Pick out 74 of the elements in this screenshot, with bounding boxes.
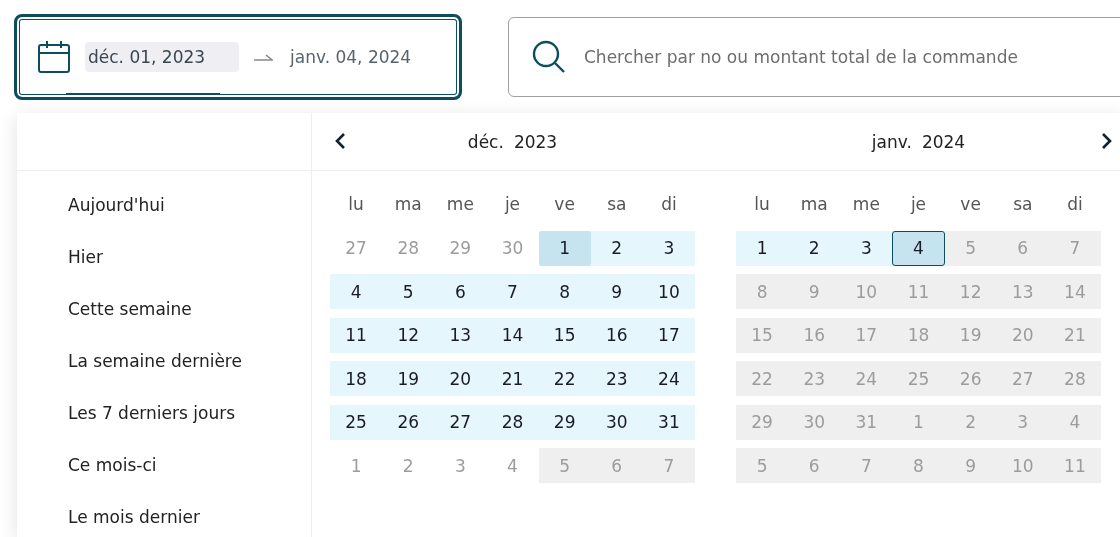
day-cell[interactable]: 12	[382, 317, 435, 353]
day-cell[interactable]: 14	[486, 317, 539, 353]
date-range-field[interactable]: déc. 01, 2023 janv. 04, 2024	[14, 14, 462, 100]
day-cell[interactable]: 30	[590, 404, 643, 440]
day-cell[interactable]: 2	[788, 230, 841, 266]
preset-option[interactable]: Ce mois-ci	[68, 439, 157, 491]
day-cell[interactable]: 29	[434, 230, 487, 266]
day-cell[interactable]: 31	[642, 404, 695, 440]
day-cell[interactable]: 4	[892, 230, 945, 266]
day-cell[interactable]: 28	[382, 230, 435, 266]
weekday-label: sa	[606, 193, 628, 216]
day-cell[interactable]: 15	[538, 317, 591, 353]
day-cell[interactable]: 1	[538, 230, 591, 266]
day-cell[interactable]: 27	[434, 404, 487, 440]
weekday-label: je	[909, 193, 928, 216]
year: 2023	[513, 131, 558, 152]
day-cell[interactable]: 17	[642, 317, 695, 353]
day-cell[interactable]: 19	[382, 361, 435, 396]
day-cell[interactable]: 29	[538, 404, 591, 440]
day-cell[interactable]: 26	[382, 404, 435, 440]
day-cell[interactable]: 1	[330, 448, 383, 483]
month-name: déc.	[467, 131, 504, 152]
day-cell[interactable]: 2	[382, 448, 435, 483]
weekday-label: di	[660, 193, 678, 216]
preset-option[interactable]: Le mois dernier	[68, 491, 200, 537]
search-field[interactable]: Chercher par no ou montant total de la commande	[508, 17, 1120, 97]
day-cell[interactable]: 5	[382, 274, 435, 309]
day-cell[interactable]: 3	[642, 230, 695, 266]
weekday-label: ma	[799, 193, 829, 216]
day-cell[interactable]: 30	[486, 230, 539, 266]
day-cell[interactable]: 20	[434, 361, 487, 396]
weekday-label: ve	[959, 193, 982, 216]
day-cell[interactable]: 4	[330, 274, 383, 309]
day-cell[interactable]: 9	[590, 274, 643, 309]
day-cell[interactable]: 7	[486, 274, 539, 309]
day-cell[interactable]: 24	[642, 361, 695, 396]
weekday-label: je	[503, 193, 522, 216]
preset-option[interactable]: Hier	[68, 231, 103, 283]
day-cell[interactable]: 23	[590, 361, 643, 396]
year: 2024	[921, 131, 966, 152]
day-cell[interactable]: 11	[330, 317, 383, 353]
day-cell[interactable]: 8	[538, 274, 591, 309]
weekday-label: ve	[553, 193, 576, 216]
day-cell[interactable]: 27	[330, 230, 383, 266]
day-cell[interactable]: 3	[434, 448, 487, 483]
search-icon	[532, 40, 566, 74]
day-cell[interactable]: 25	[330, 404, 383, 440]
day-cell[interactable]: 28	[486, 404, 539, 440]
day-cell[interactable]: 4	[486, 448, 539, 483]
day-cell[interactable]: 16	[590, 317, 643, 353]
day-cell[interactable]: 1	[736, 230, 789, 266]
preset-option[interactable]: Les 7 derniers jours	[68, 387, 235, 439]
preset-option[interactable]: Cette semaine	[68, 283, 192, 335]
weekday-label: sa	[1012, 193, 1034, 216]
weekday-label: me	[851, 193, 881, 216]
day-cell[interactable]: 2	[590, 230, 643, 266]
day-cell[interactable]: 13	[434, 317, 487, 353]
start-date-field[interactable]: déc. 01, 2023	[85, 41, 239, 72]
day-cell[interactable]: 18	[330, 361, 383, 396]
day-cell[interactable]: 6	[434, 274, 487, 309]
preset-option[interactable]: La semaine dernière	[68, 335, 242, 387]
weekday-label: di	[1066, 193, 1084, 216]
weekday-label: lu	[753, 193, 771, 216]
weekday-label: ma	[393, 193, 423, 216]
preset-option[interactable]: Aujourd'hui	[68, 179, 165, 231]
day-cell[interactable]: 3	[840, 230, 893, 266]
day-cell[interactable]: 22	[538, 361, 591, 396]
day-cell[interactable]: 10	[642, 274, 695, 309]
day-cell[interactable]: 21	[486, 361, 539, 396]
calendar-icon	[37, 40, 71, 74]
month-name: janv.	[871, 131, 912, 152]
weekday-label: lu	[347, 193, 365, 216]
end-date-field[interactable]: janv. 04, 2024	[287, 41, 441, 72]
weekday-label: me	[445, 193, 475, 216]
